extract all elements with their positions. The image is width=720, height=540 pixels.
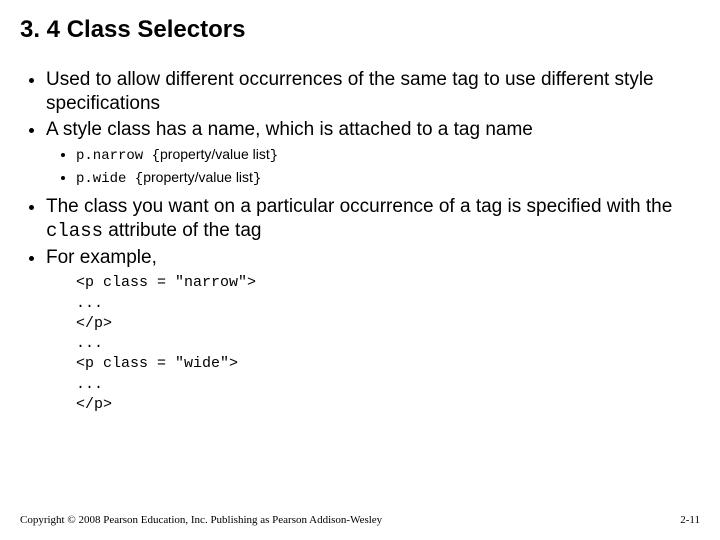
sub-bullet-list: p.narrow {property/value list} p.wide {p… <box>46 145 700 189</box>
code-text: class <box>46 220 103 242</box>
code-text: p.wide { <box>76 171 143 187</box>
code-text: p.narrow { <box>76 148 160 164</box>
code-text: } <box>253 171 261 187</box>
page-number: 2-11 <box>680 514 700 526</box>
bullet-item: The class you want on a particular occur… <box>46 195 700 244</box>
slide-title: 3. 4 Class Selectors <box>20 16 700 44</box>
copyright-text: Copyright © 2008 Pearson Education, Inc.… <box>20 514 382 526</box>
bullet-text: The class you want on a particular occur… <box>46 196 672 217</box>
code-text: } <box>270 148 278 164</box>
bullet-item: Used to allow different occurrences of t… <box>46 68 700 116</box>
bullet-list: Used to allow different occurrences of t… <box>20 68 700 269</box>
code-block: <p class = "narrow"> ... </p> ... <p cla… <box>20 273 700 415</box>
plain-text: property/value list <box>143 169 253 185</box>
footer: Copyright © 2008 Pearson Education, Inc.… <box>20 514 700 526</box>
bullet-item: A style class has a name, which is attac… <box>46 118 700 190</box>
bullet-text: attribute of the tag <box>103 220 261 241</box>
sub-bullet-item: p.wide {property/value list} <box>76 168 700 189</box>
sub-bullet-item: p.narrow {property/value list} <box>76 145 700 166</box>
bullet-text: A style class has a name, which is attac… <box>46 119 533 140</box>
plain-text: property/value list <box>160 146 270 162</box>
bullet-item: For example, <box>46 246 700 270</box>
